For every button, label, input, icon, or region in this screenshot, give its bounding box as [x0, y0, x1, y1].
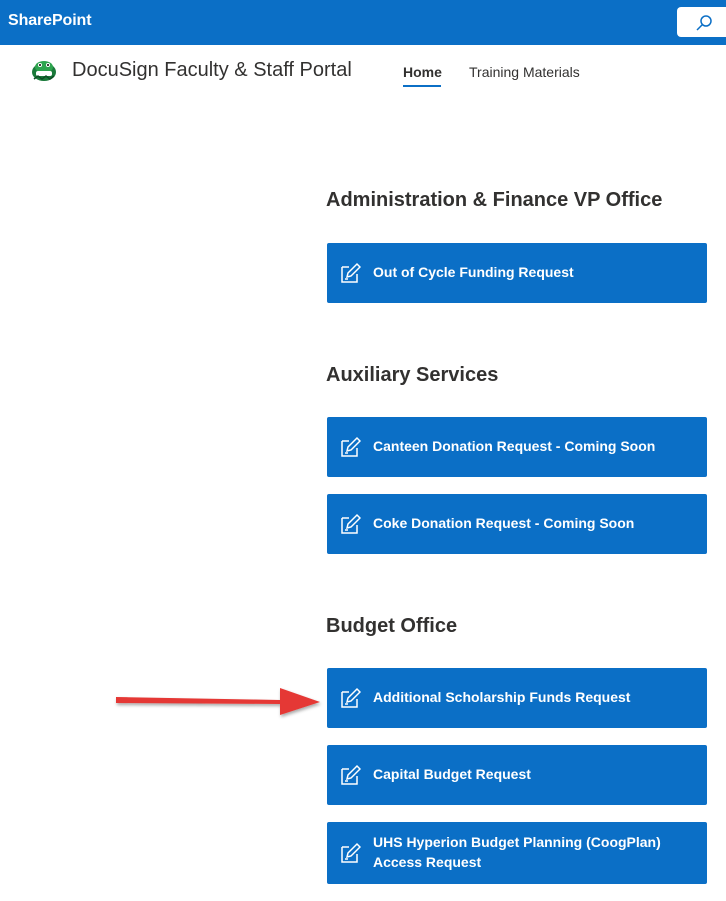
uhs-hyperion-access-button[interactable]: UHS Hyperion Budget Planning (CoogPlan) …	[327, 822, 707, 884]
coke-donation-button[interactable]: Coke Donation Request - Coming Soon	[327, 494, 707, 554]
form-edit-icon	[341, 262, 361, 283]
button-label: Canteen Donation Request - Coming Soon	[373, 438, 656, 454]
button-label: Additional Scholarship Funds Request	[373, 689, 631, 705]
additional-scholarship-funds-button[interactable]: Additional Scholarship Funds Request	[327, 668, 707, 728]
capital-budget-button[interactable]: Capital Budget Request	[327, 745, 707, 805]
out-of-cycle-funding-button[interactable]: Out of Cycle Funding Request	[327, 243, 707, 303]
section-title-auxiliary-services: Auxiliary Services	[326, 364, 499, 386]
search-icon	[696, 15, 712, 31]
arrow-right-icon	[116, 688, 320, 715]
form-edit-icon	[341, 764, 361, 785]
nav-training-materials[interactable]: Training Materials	[469, 64, 580, 80]
mascot-logo-icon[interactable]	[30, 56, 58, 84]
sharepoint-brand-link[interactable]: SharePoint	[8, 12, 92, 30]
site-title[interactable]: DocuSign Faculty & Staff Portal	[72, 59, 352, 82]
canteen-donation-button[interactable]: Canteen Donation Request - Coming Soon	[327, 417, 707, 477]
form-edit-icon	[341, 513, 361, 534]
section-title-admin-finance: Administration & Finance VP Office	[326, 189, 663, 211]
button-label: Capital Budget Request	[373, 766, 531, 782]
form-edit-icon	[341, 436, 361, 457]
form-edit-icon	[341, 842, 361, 863]
button-label: Coke Donation Request - Coming Soon	[373, 515, 635, 531]
nav-active-indicator	[403, 85, 441, 87]
button-label: Out of Cycle Funding Request	[373, 264, 574, 280]
site-header: DocuSign Faculty & Staff Portal Home Tra…	[0, 45, 726, 105]
search-button[interactable]	[677, 7, 726, 37]
suite-bar: SharePoint	[0, 0, 726, 45]
button-label: UHS Hyperion Budget Planning (CoogPlan) …	[373, 834, 661, 870]
nav-home[interactable]: Home	[403, 64, 442, 80]
section-title-budget-office: Budget Office	[326, 615, 458, 637]
form-edit-icon	[341, 687, 361, 708]
